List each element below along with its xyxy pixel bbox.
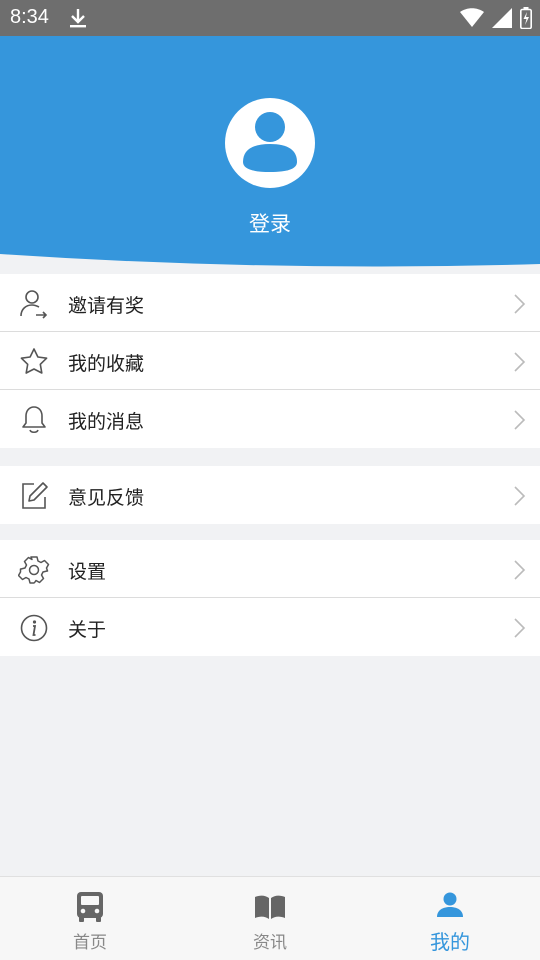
- status-time: 8:34: [10, 6, 49, 28]
- tab-news[interactable]: 资讯: [180, 877, 360, 960]
- chevron-right-icon: [514, 486, 526, 506]
- chevron-right-icon: [514, 560, 526, 580]
- menu-item-about[interactable]: 关于: [0, 598, 540, 656]
- menu-item-label: 邀请有奖: [68, 295, 145, 317]
- gear-icon: [18, 556, 50, 584]
- star-icon: [20, 348, 48, 374]
- menu-group-3: 设置 关于: [0, 540, 540, 656]
- book-icon: [255, 895, 285, 919]
- tab-mine[interactable]: 我的: [360, 877, 540, 960]
- menu-group-1: 邀请有奖 我的收藏 我的消息: [0, 274, 540, 448]
- menu-group-2: 意见反馈: [0, 466, 540, 524]
- login-link[interactable]: 登录: [0, 208, 540, 238]
- tab-home[interactable]: 首页: [0, 877, 180, 960]
- menu-item-label: 设置: [68, 561, 107, 583]
- person-icon: [437, 892, 463, 917]
- menu-item-label: 我的消息: [68, 411, 145, 433]
- menu-item-messages[interactable]: 我的消息: [0, 390, 540, 448]
- chevron-right-icon: [514, 410, 526, 430]
- menu-item-favorites[interactable]: 我的收藏: [0, 332, 540, 390]
- bus-icon: [77, 892, 103, 922]
- bottom-tab-bar: 首页 资讯 我的: [0, 876, 540, 960]
- tab-label: 资讯: [253, 933, 287, 953]
- menu-item-feedback[interactable]: 意见反馈: [0, 466, 540, 524]
- menu-item-invite[interactable]: 邀请有奖: [0, 274, 540, 332]
- menu-item-label: 关于: [68, 619, 107, 641]
- edit-icon: [22, 482, 48, 509]
- status-bar: 8:34: [0, 0, 540, 36]
- bell-icon: [22, 406, 46, 434]
- info-icon: [20, 614, 48, 642]
- invite-user-icon: [20, 290, 48, 319]
- profile-header: 登录: [0, 36, 540, 268]
- menu-item-settings[interactable]: 设置: [0, 540, 540, 598]
- menu-item-label: 意见反馈: [68, 487, 145, 509]
- wifi-icon: [460, 8, 484, 32]
- menu-item-label: 我的收藏: [68, 353, 145, 375]
- avatar[interactable]: [225, 98, 315, 188]
- download-icon: [68, 7, 88, 33]
- default-avatar-icon: [243, 112, 297, 172]
- tab-label: 首页: [73, 933, 107, 953]
- tab-label: 我的: [430, 930, 470, 954]
- signal-icon: [492, 8, 512, 32]
- chevron-right-icon: [514, 352, 526, 372]
- battery-icon: [520, 7, 532, 33]
- chevron-right-icon: [514, 294, 526, 314]
- chevron-right-icon: [514, 618, 526, 638]
